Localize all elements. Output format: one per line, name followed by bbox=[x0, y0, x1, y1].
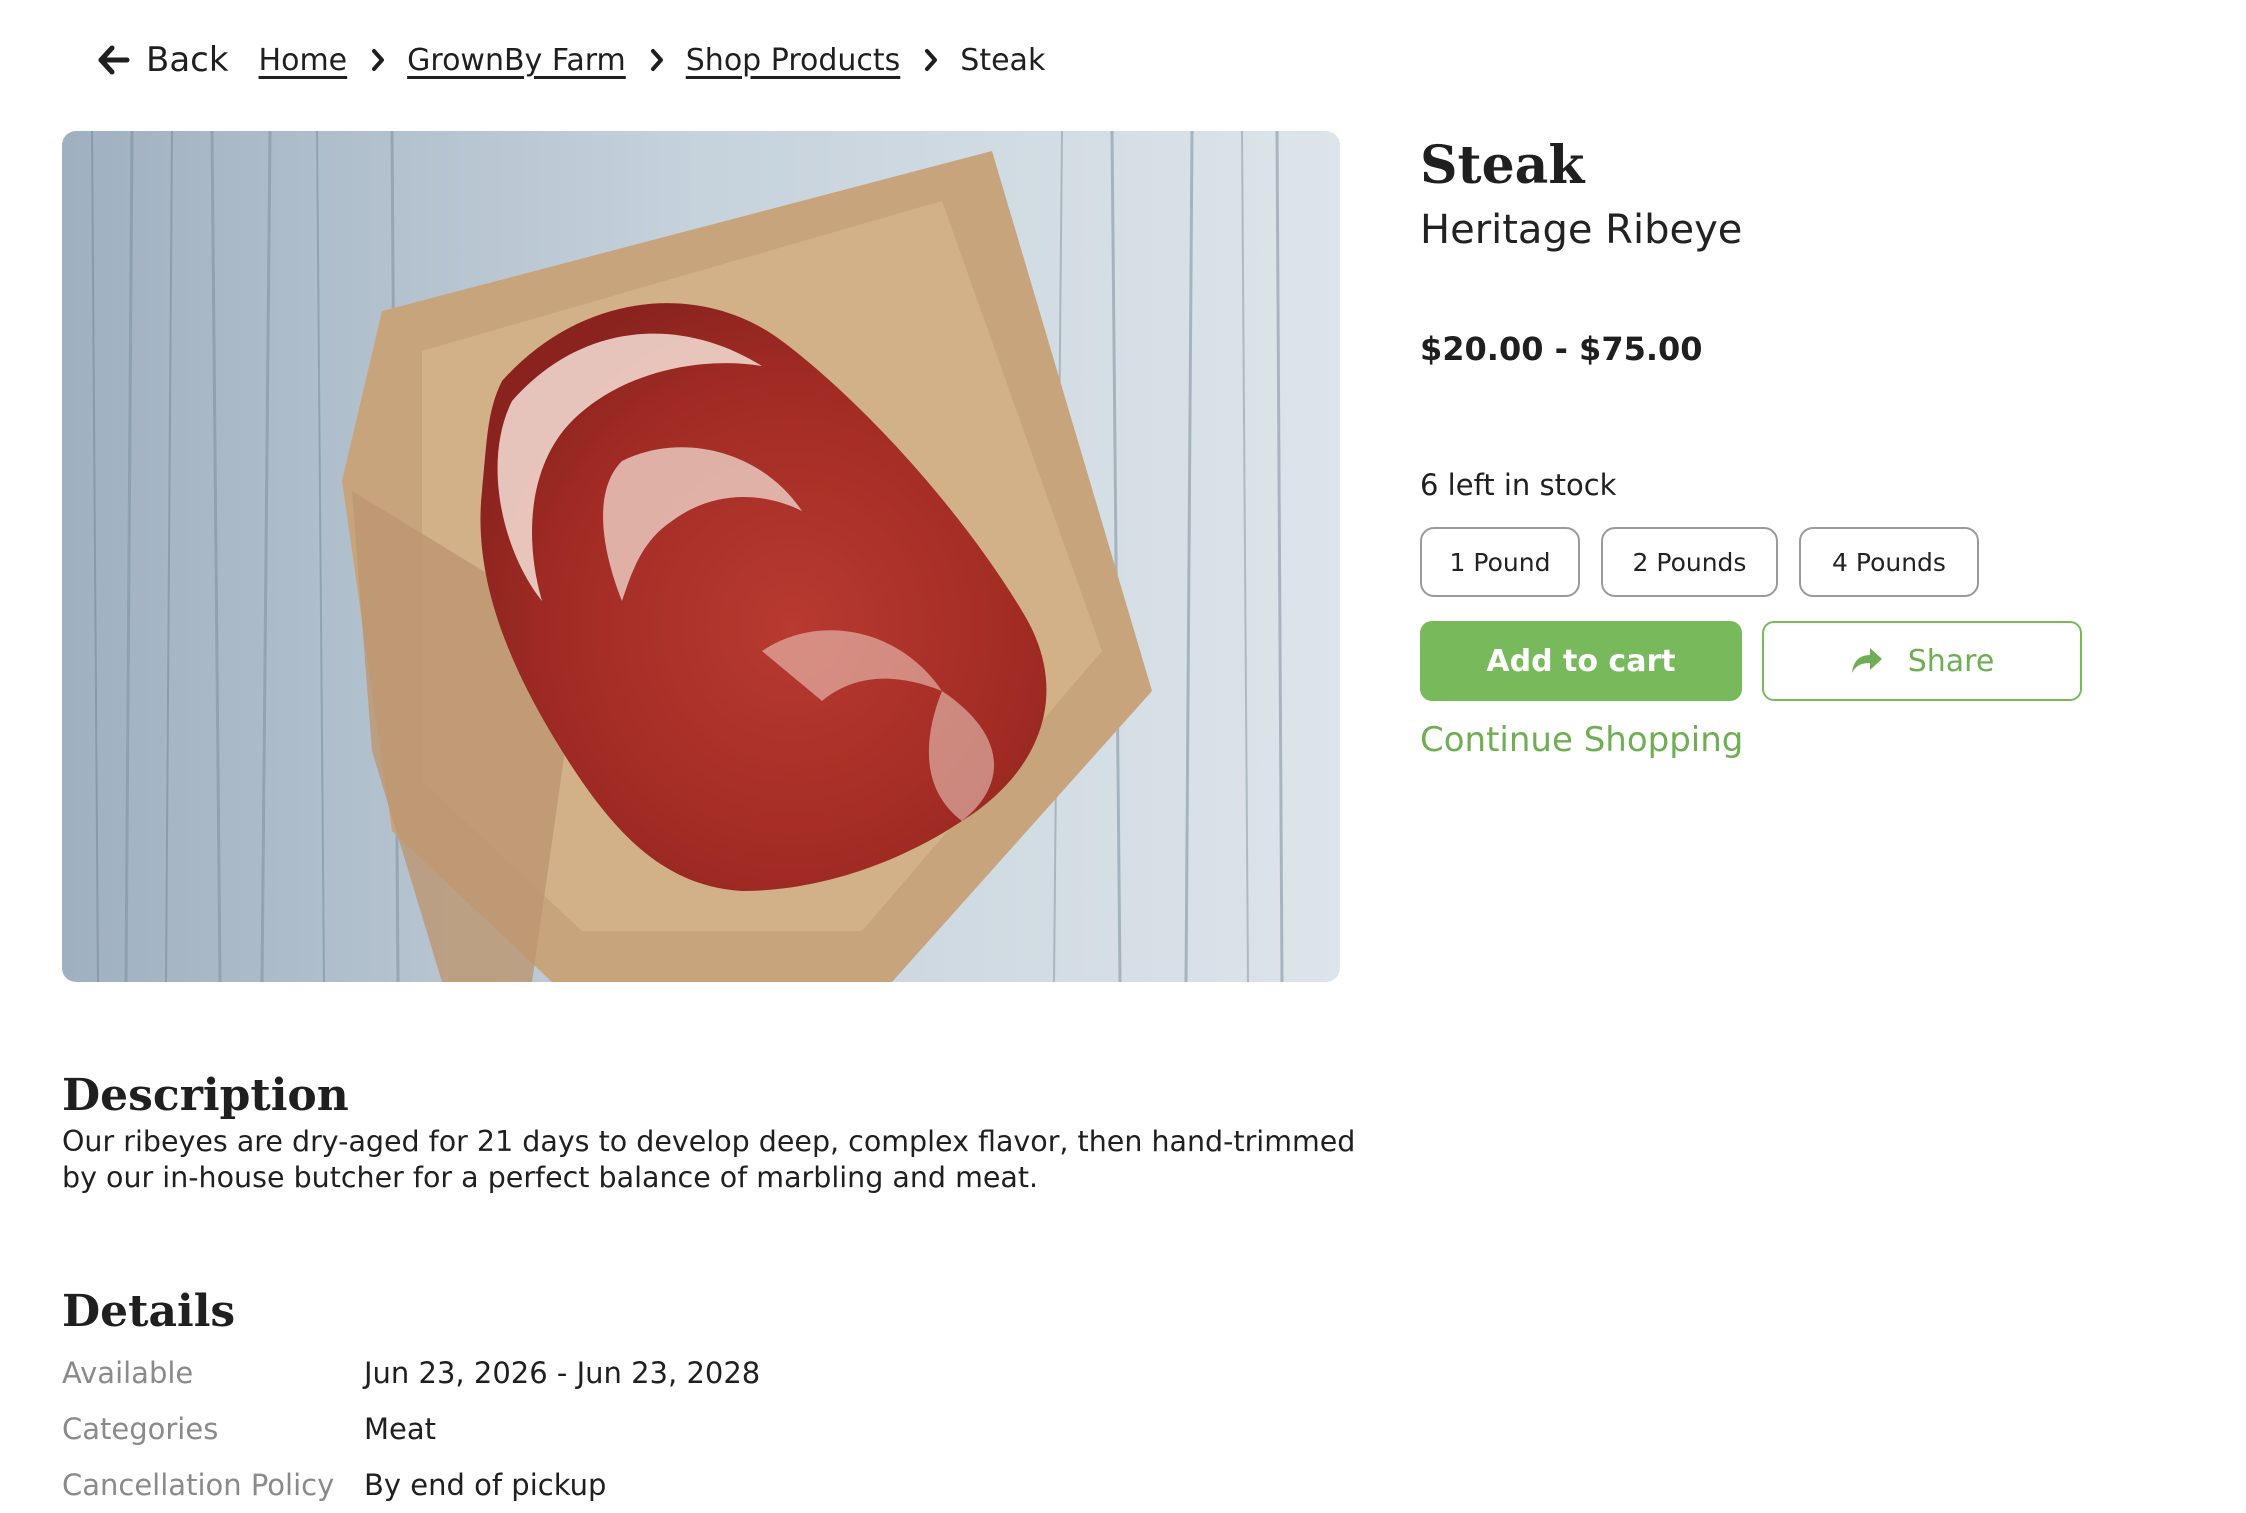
product-variety: Heritage Ribeye bbox=[1420, 207, 1743, 253]
description-text: Our ribeyes are dry-aged for 21 days to … bbox=[62, 1125, 1356, 1194]
details-list: Available Jun 23, 2026 - Jun 23, 2028 Ca… bbox=[62, 1345, 760, 1513]
share-button[interactable]: Share bbox=[1762, 621, 2082, 701]
size-options: 1 Pound 2 Pounds 4 Pounds bbox=[1420, 527, 1979, 597]
add-to-cart-button[interactable]: Add to cart bbox=[1420, 621, 1742, 701]
back-button[interactable]: Back bbox=[98, 40, 229, 80]
chevron-right-icon bbox=[924, 48, 938, 72]
breadcrumb-home[interactable]: Home bbox=[259, 43, 348, 78]
action-buttons: Add to cart Share bbox=[1420, 621, 2082, 701]
option-4-pounds[interactable]: 4 Pounds bbox=[1799, 527, 1979, 597]
breadcrumb-farm[interactable]: GrownBy Farm bbox=[407, 43, 626, 78]
share-arrow-icon bbox=[1851, 648, 1882, 673]
back-label: Back bbox=[146, 40, 229, 80]
detail-value: Jun 23, 2026 - Jun 23, 2028 bbox=[364, 1356, 761, 1390]
share-label: Share bbox=[1907, 643, 1995, 679]
chevron-right-icon bbox=[650, 48, 664, 72]
stock-status: 6 left in stock bbox=[1420, 468, 1617, 502]
breadcrumb-shop-products[interactable]: Shop Products bbox=[686, 43, 901, 78]
chevron-right-icon bbox=[371, 48, 385, 72]
price-range: $20.00 - $75.00 bbox=[1420, 330, 1703, 368]
detail-value: By end of pickup bbox=[364, 1468, 607, 1502]
detail-label: Categories bbox=[62, 1412, 219, 1446]
detail-row-cancellation-policy: Cancellation Policy By end of pickup bbox=[62, 1457, 760, 1513]
arrow-left-icon bbox=[98, 45, 130, 75]
description-heading: Description bbox=[62, 1070, 349, 1121]
detail-value: Meat bbox=[364, 1412, 437, 1446]
product-image bbox=[62, 131, 1340, 982]
continue-shopping-link[interactable]: Continue Shopping bbox=[1420, 720, 1743, 760]
product-info: Steak Heritage Ribeye $20.00 - $75.00 6 … bbox=[1420, 130, 2140, 760]
detail-row-categories: Categories Meat bbox=[62, 1401, 760, 1457]
breadcrumb-current: Steak bbox=[960, 42, 1046, 78]
detail-label: Available bbox=[62, 1356, 194, 1390]
details-heading: Details bbox=[62, 1286, 236, 1337]
detail-label: Cancellation Policy bbox=[62, 1468, 335, 1502]
product-title: Steak bbox=[1420, 135, 1585, 196]
breadcrumb: Back Home GrownBy Farm Shop Products Ste… bbox=[98, 36, 1045, 84]
detail-row-available: Available Jun 23, 2026 - Jun 23, 2028 bbox=[62, 1345, 760, 1401]
option-1-pound[interactable]: 1 Pound bbox=[1420, 527, 1580, 597]
option-2-pounds[interactable]: 2 Pounds bbox=[1601, 527, 1778, 597]
